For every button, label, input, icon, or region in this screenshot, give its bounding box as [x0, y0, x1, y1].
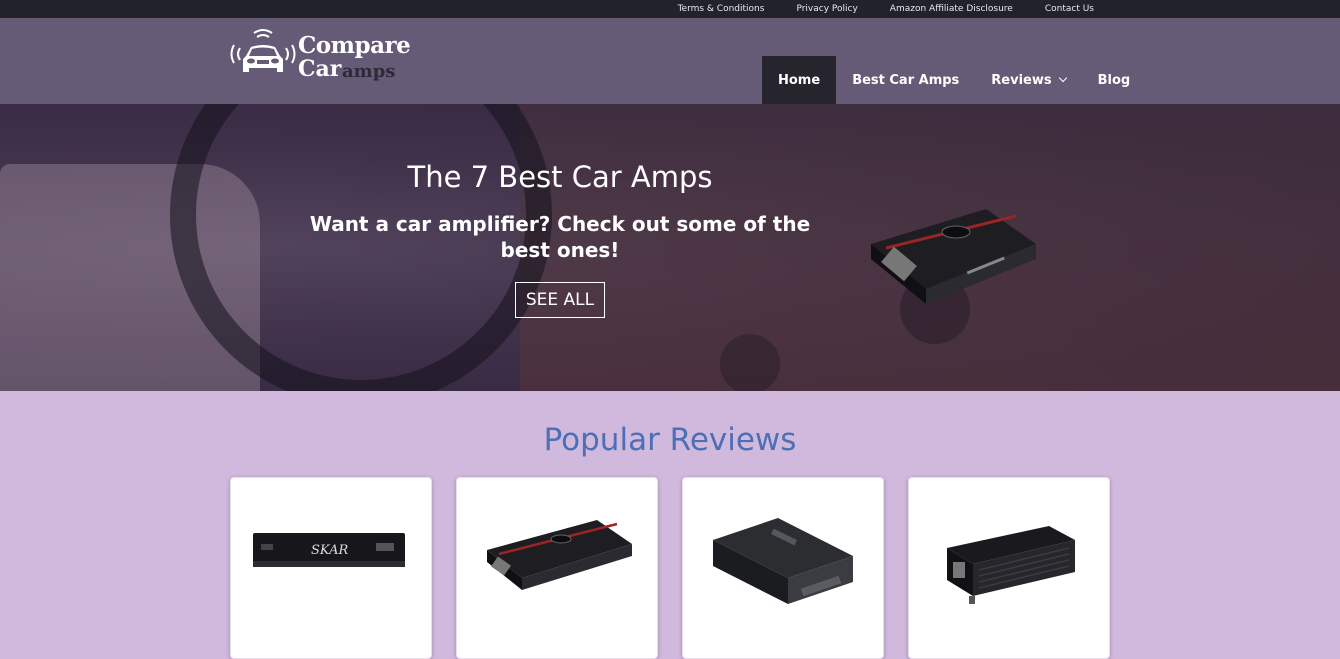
nav-label-home: Home [778, 72, 821, 88]
contact-link[interactable]: Contact Us [1045, 4, 1094, 14]
logo-word-car: Car [298, 56, 342, 82]
nav-label-reviews: Reviews [991, 72, 1052, 88]
amplifier-image [947, 526, 1075, 604]
amplifier-image [487, 520, 632, 590]
top-utility-bar: Terms & Conditions Privacy Policy Amazon… [0, 0, 1340, 18]
hero-bg-vent [720, 334, 780, 391]
car-signal-logo-icon [230, 29, 296, 72]
popular-reviews-title: Popular Reviews [543, 422, 797, 458]
amplifier-image [713, 518, 853, 604]
hero-subtitle: Want a car amplifier? Check out some of … [309, 212, 811, 262]
nav-item-best-car-amps[interactable]: Best Car Amps [836, 56, 975, 104]
nav-label-blog: Blog [1097, 72, 1131, 88]
privacy-link[interactable]: Privacy Policy [796, 4, 857, 14]
site-header: Compare Car amps Home Best Car Amps Revi… [0, 18, 1340, 104]
hero-title: The 7 Best Car Amps [407, 160, 713, 194]
review-card[interactable]: SKAR [230, 477, 432, 659]
main-nav: Home Best Car Amps Reviews Blog [762, 56, 1146, 104]
logo-word-compare: Compare [298, 32, 411, 59]
nav-item-home[interactable]: Home [762, 56, 837, 104]
terms-link[interactable]: Terms & Conditions [678, 4, 765, 14]
review-card[interactable] [682, 477, 884, 659]
review-card[interactable] [456, 477, 658, 659]
see-all-button[interactable]: SEE ALL [515, 282, 605, 318]
utility-links: Terms & Conditions Privacy Policy Amazon… [678, 0, 1094, 18]
nav-label-best-car-amps: Best Car Amps [852, 72, 960, 88]
amplifier-image: SKAR [253, 533, 405, 567]
affiliate-disclosure-link[interactable]: Amazon Affiliate Disclosure [890, 4, 1013, 14]
nav-item-blog[interactable]: Blog [1082, 56, 1147, 104]
hero-banner: The 7 Best Car Amps Want a car amplifier… [0, 104, 1340, 391]
hero-amplifier-image [871, 209, 1036, 304]
nav-item-reviews[interactable]: Reviews [975, 56, 1081, 104]
review-card[interactable] [908, 477, 1110, 659]
site-logo[interactable]: Compare Car amps [228, 28, 411, 84]
svg-text:SKAR: SKAR [311, 543, 348, 558]
chevron-down-icon [1058, 73, 1067, 83]
logo-word-amps: amps [342, 61, 396, 82]
